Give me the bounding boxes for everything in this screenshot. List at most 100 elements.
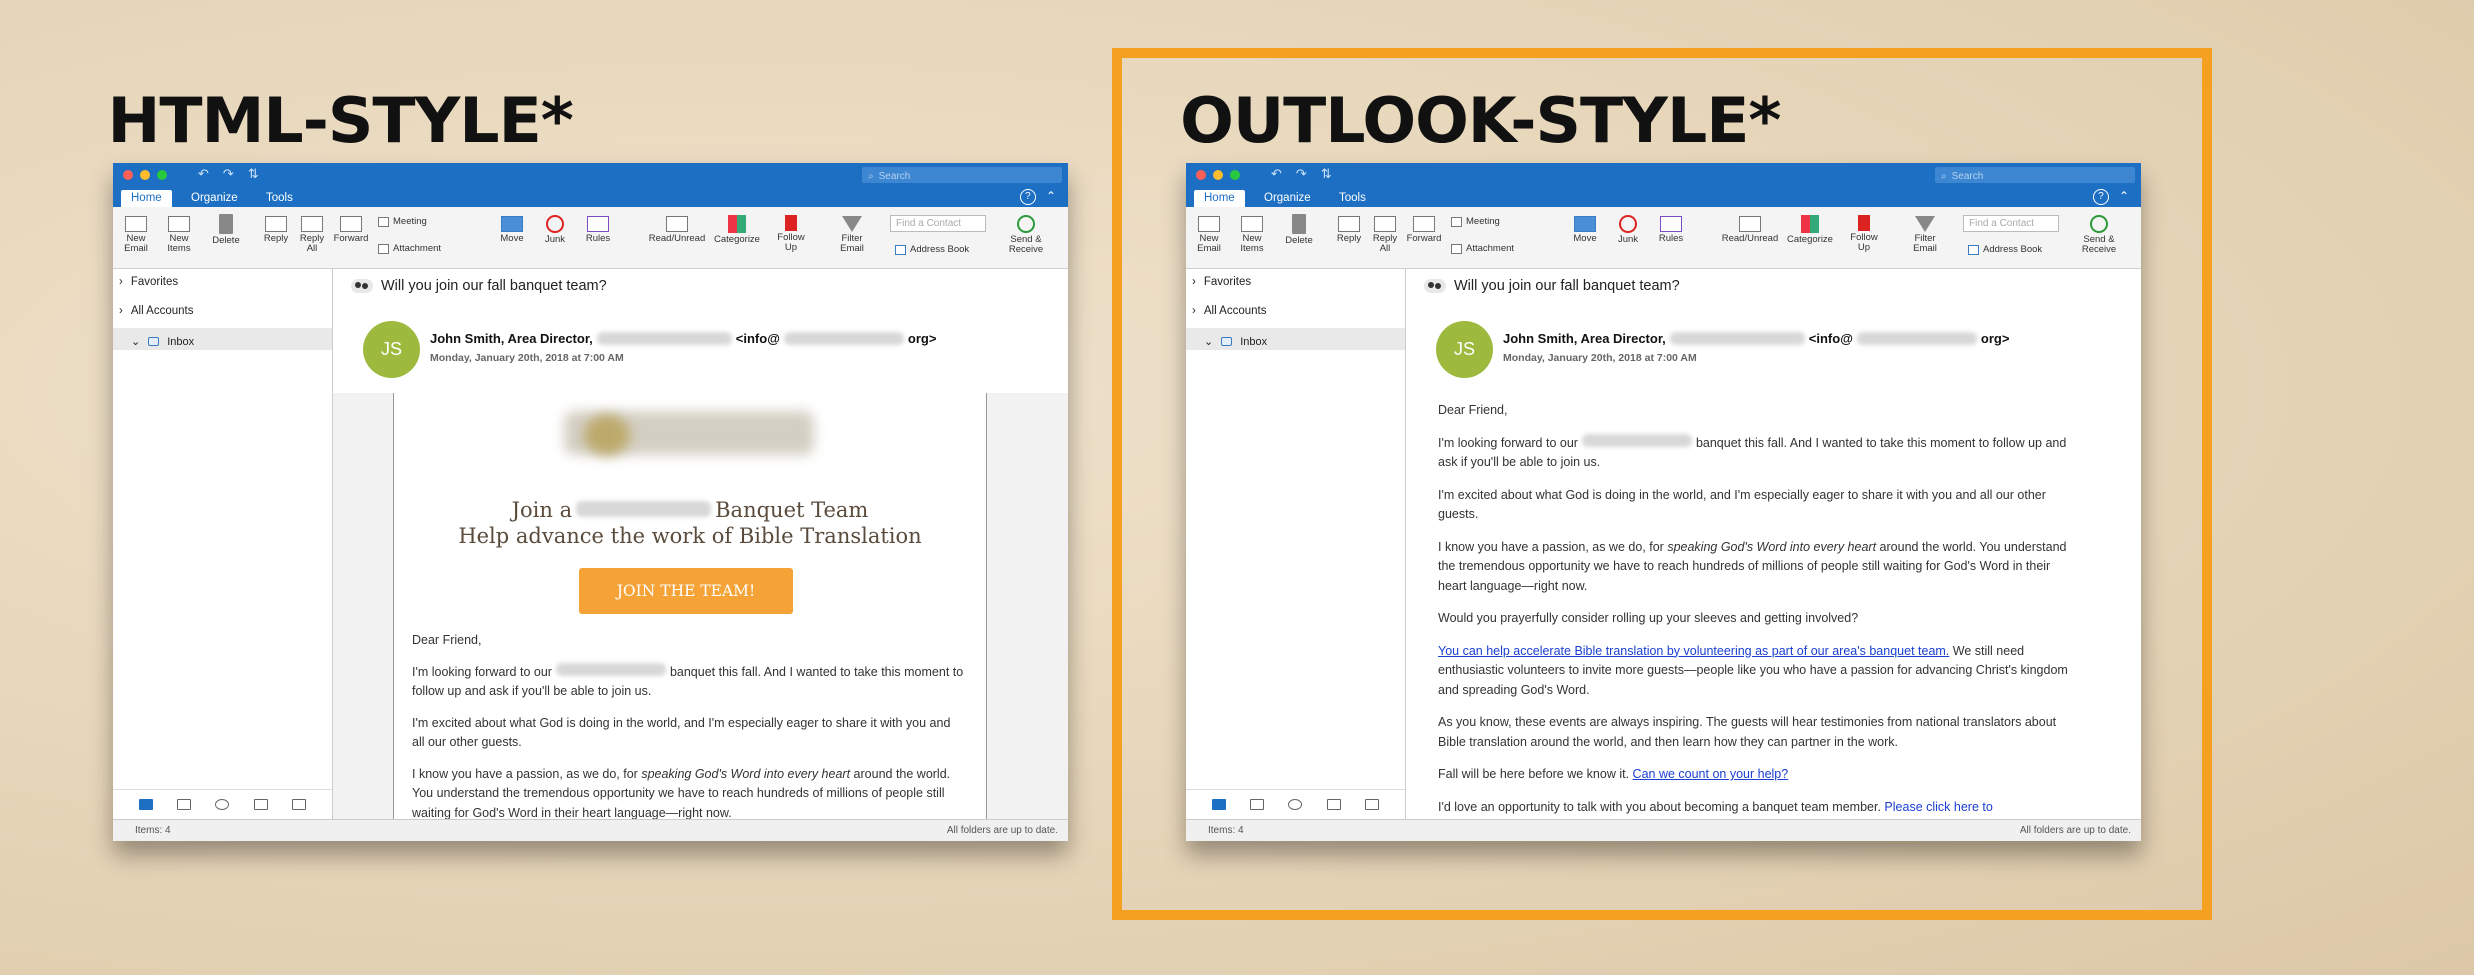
notes-icon[interactable] [1364,799,1379,810]
meeting-button[interactable]: Meeting [378,216,427,227]
rules-button[interactable]: Rules [583,210,613,244]
reading-pane: Will you join our fall banquet team? JS … [1406,269,2141,819]
categorize-button[interactable]: Categorize [710,210,764,245]
filter-icon [1915,216,1935,232]
notes-icon[interactable] [291,799,306,810]
collapse-ribbon-icon[interactable]: ⌃ [2119,189,2129,205]
junk-button[interactable]: Junk [1613,210,1643,245]
reply-all-button[interactable]: Reply All [297,210,327,254]
reply-button[interactable]: Reply [1334,210,1364,244]
zoom-button[interactable] [1230,170,1240,180]
move-icon [501,216,523,232]
find-contact-input[interactable]: Find a Contact [1963,215,2059,232]
filter-email-button[interactable]: Filter Email [1907,210,1943,254]
calendar-icon[interactable] [177,799,192,810]
tasks-icon[interactable] [1326,799,1341,810]
zoom-button[interactable] [157,170,167,180]
meeting-button[interactable]: Meeting [1451,216,1500,227]
favorites-group[interactable]: › Favorites [1192,276,1251,288]
email-date: Monday, January 20th, 2018 at 7:00 AM [430,352,624,364]
chevron-right-icon: › [1192,276,1196,288]
undo-icon[interactable]: ↶ [1271,166,1282,182]
delete-button[interactable]: Delete [209,210,243,246]
follow-up-button[interactable]: Follow Up [1846,210,1882,253]
move-button[interactable]: Move [497,210,527,244]
outlook-window-html: ↶ ↷ ⇅ ⌕ Search Home Organize Tools ? ⌃ New E… [113,163,1068,841]
people-icon[interactable] [1288,799,1303,810]
tab-tools[interactable]: Tools [256,190,303,207]
tasks-icon[interactable] [253,799,268,810]
find-contact-input[interactable]: Find a Contact [890,215,986,232]
delete-button[interactable]: Delete [1282,210,1316,246]
calendar-icon[interactable] [1250,799,1265,810]
search-input[interactable]: ⌕ Search [862,167,1062,183]
item-count: Items: 4 [1208,825,1244,836]
people-icon[interactable] [215,799,230,810]
categorize-button[interactable]: Categorize [1783,210,1837,245]
filter-email-button[interactable]: Filter Email [834,210,870,254]
redo-icon[interactable]: ↷ [1296,166,1307,182]
item-count: Items: 4 [135,825,171,836]
calendar-icon [1451,216,1462,227]
address-book-button[interactable]: Address Book [895,244,969,255]
inbox-folder[interactable]: ⌄ Inbox [113,328,332,350]
new-items-button[interactable]: New Items [1236,210,1268,254]
tab-organize[interactable]: Organize [1254,190,1321,207]
read-unread-button[interactable]: Read/Unread [646,210,708,244]
attachment-button[interactable]: Attachment [378,243,441,254]
sync-icon[interactable]: ⇅ [248,166,259,182]
new-email-button[interactable]: New Email [1194,210,1224,254]
forward-button[interactable]: Forward [1406,210,1442,244]
all-accounts-group[interactable]: › All Accounts [119,305,194,317]
favorites-group[interactable]: › Favorites [119,276,178,288]
send-receive-button[interactable]: Send & Receive [1006,210,1046,255]
search-input[interactable]: ⌕ Search [1935,167,2135,183]
attachment-button[interactable]: Attachment [1451,243,1514,254]
inbox-folder[interactable]: ⌄ Inbox [1186,328,1405,350]
address-book-button[interactable]: Address Book [1968,244,2042,255]
reply-all-button[interactable]: Reply All [1370,210,1400,254]
forward-button[interactable]: Forward [333,210,369,244]
tab-home[interactable]: Home [1194,190,1245,207]
address-book-icon [1968,244,1979,255]
all-accounts-group[interactable]: › All Accounts [1192,305,1267,317]
redacted-logo-mark [584,415,630,455]
reply-icon [1338,216,1360,232]
minimize-button[interactable] [1213,170,1223,180]
close-button[interactable] [1196,170,1206,180]
volunteer-link[interactable]: You can help accelerate Bible translatio… [1438,644,1949,658]
help-icon[interactable]: ? [2092,189,2109,205]
chevron-right-icon: › [119,276,123,288]
tab-tools[interactable]: Tools [1329,190,1376,207]
new-email-icon [125,216,147,232]
minimize-button[interactable] [140,170,150,180]
sync-icon[interactable]: ⇅ [1321,166,1332,182]
undo-icon[interactable]: ↶ [198,166,209,182]
help-icon[interactable]: ? [1019,189,1036,205]
read-unread-button[interactable]: Read/Unread [1719,210,1781,244]
chevron-right-icon: › [119,305,123,317]
folder-pane: › Favorites › All Accounts ⌄ Inbox [113,269,333,819]
click-here-link[interactable]: Please click here to [1884,800,1992,814]
new-email-button[interactable]: New Email [121,210,151,254]
mail-icon[interactable] [139,799,154,810]
tab-organize[interactable]: Organize [181,190,248,207]
tab-home[interactable]: Home [121,190,172,207]
count-on-help-link[interactable]: Can we count on your help? [1633,767,1789,781]
join-team-button[interactable]: JOIN THE TEAM! [579,568,793,614]
mail-icon[interactable] [1212,799,1227,810]
collapse-ribbon-icon[interactable]: ⌃ [1046,189,1056,205]
move-button[interactable]: Move [1570,210,1600,244]
new-items-button[interactable]: New Items [163,210,195,254]
conversation-icon [1424,279,1446,293]
junk-button[interactable]: Junk [540,210,570,245]
rules-button[interactable]: Rules [1656,210,1686,244]
follow-up-button[interactable]: Follow Up [773,210,809,253]
redo-icon[interactable]: ↷ [223,166,234,182]
send-receive-button[interactable]: Send & Receive [2079,210,2119,255]
close-button[interactable] [123,170,133,180]
chevron-down-icon: ⌄ [1204,336,1214,348]
paragraph-8: I'd love an opportunity to talk with you… [1438,799,1993,814]
reply-button[interactable]: Reply [261,210,291,244]
redacted-domain [1856,332,1977,345]
